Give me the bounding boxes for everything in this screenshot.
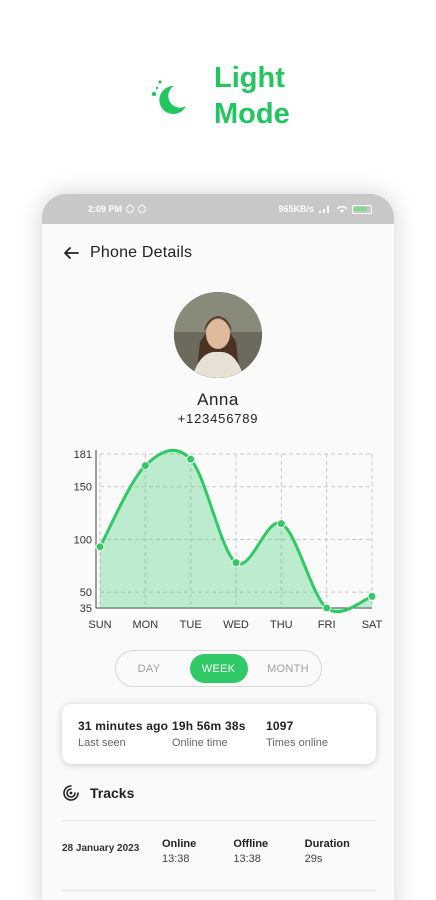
page-header: Phone Details [62,244,192,262]
chart-point-mon [140,461,150,471]
chart-point-tue [186,454,196,464]
network-speed: 965KB/s [278,204,314,214]
track-date: 28 January 2023 [62,843,140,854]
track-online-label: Online [162,838,197,850]
stat-online-time: 19h 56m 38s Online time [172,719,266,749]
status-bar: 2:09 PM 965KB/s [42,194,394,224]
y-tick-label: 150 [74,482,92,494]
status-time: 2:09 PM [88,204,123,214]
hero-banner: Light Mode [0,58,436,138]
x-tick-label: MON [132,619,158,631]
moon-icon [151,80,186,114]
tracks-header: Tracks [62,784,134,802]
period-selector: DAY WEEK MONTH [115,650,322,687]
stat-value: 1097 [266,719,294,733]
chart-point-sun [95,542,105,552]
track-duration-value: 29s [304,853,323,865]
wifi-icon [337,205,347,213]
y-tick-label: 50 [80,587,92,599]
x-tick-label: SUN [88,619,111,631]
battery-icon [352,204,372,214]
track-row[interactable]: 28 January 2023 Online 13:38 Offline 13:… [62,838,376,878]
avatar-photo [174,292,262,378]
x-tick-label: FRI [318,619,336,631]
activity-chart: 181 150 100 50 35 SUN MON TUE WED THU FRI SAT [74,448,383,631]
track-offline-value: 13:38 [233,853,261,865]
x-tick-label: SAT [362,619,383,631]
chart-point-fri [322,603,332,613]
y-tick-label: 181 [74,449,92,461]
stat-value: 19h 56m 38s [172,719,246,733]
tab-month[interactable]: MONTH [259,654,317,683]
chart-point-sat [367,591,377,601]
chart-point-thu [276,519,286,529]
track-online-value: 13:38 [162,853,190,865]
profile-name: Anna [197,390,239,409]
hero-title: Light Mode [214,62,290,130]
stat-label: Times online [266,737,328,749]
stat-value: 31 minutes ago [78,719,169,733]
tracks-icon [63,785,79,801]
avatar [174,292,262,378]
back-arrow-icon[interactable] [62,244,80,262]
phone-frame: 2:09 PM 965KB/s Phone Details Anna +1234… [42,194,394,900]
notification-icon [138,205,147,213]
divider [62,820,376,821]
notification-icon [126,205,135,213]
stat-times-online: 1097 Times online [266,719,360,749]
chart-point-wed [231,558,241,568]
tab-week[interactable]: WEEK [189,654,248,683]
page-title: Phone Details [90,244,193,261]
x-tick-label: TUE [180,619,202,631]
track-offline-label: Offline [233,838,269,850]
stat-last-seen: 31 minutes ago Last seen [78,719,172,749]
tracks-title: Tracks [90,785,135,801]
stat-label: Last seen [78,737,126,749]
track-duration: Duration 29s [305,838,376,865]
track-offline: Offline 13:38 [233,838,304,865]
signal-icon [319,206,329,213]
x-tick-label: WED [223,619,249,631]
x-tick-label: THU [270,619,293,631]
y-tick-label: 35 [80,603,92,615]
chart-area [100,450,372,612]
track-duration-label: Duration [304,838,350,850]
y-tick-label: 100 [74,534,92,546]
profile-phone: +123456789 [177,411,259,426]
track-online: Online 13:38 [162,838,233,865]
stat-label: Online time [172,737,228,749]
stats-card: 31 minutes ago Last seen 19h 56m 38s Onl… [62,704,376,764]
divider [62,890,376,891]
tab-day[interactable]: DAY [120,654,178,683]
